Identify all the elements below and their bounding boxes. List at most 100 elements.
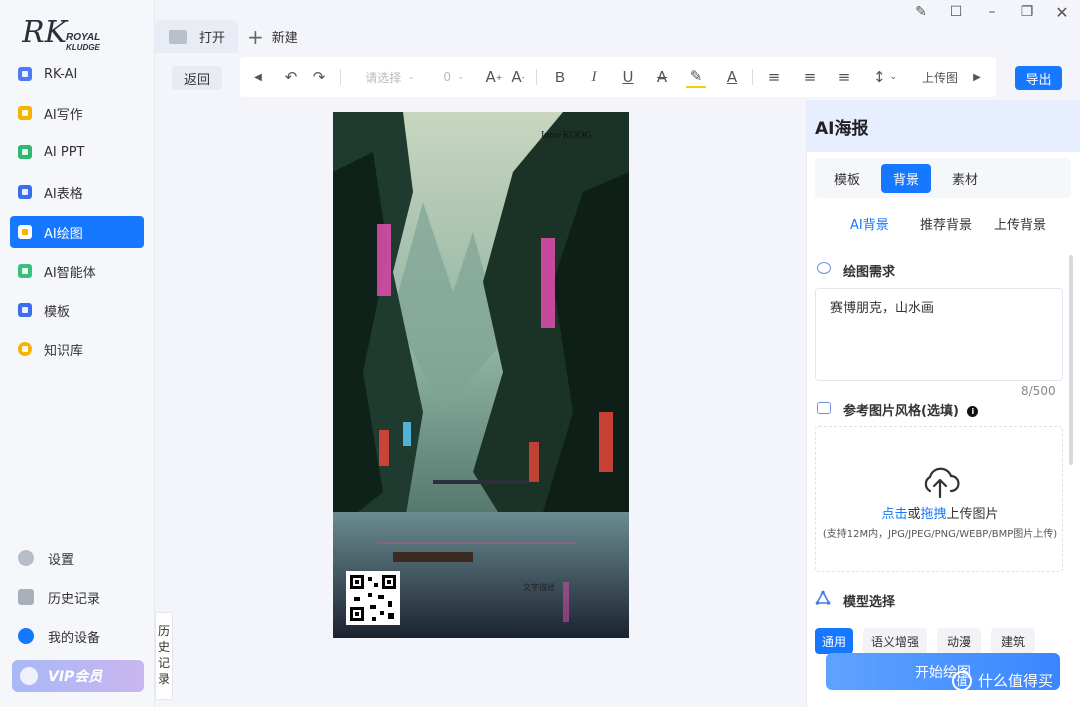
settings-item[interactable]: 设置 [18,546,74,570]
tab-background[interactable]: 背景 [881,164,931,193]
divider [536,69,537,85]
tab-materials[interactable]: 素材 [941,164,989,193]
maximize-icon[interactable]: ❐ [1018,3,1036,21]
upload-image-button[interactable]: 上传图 [918,57,962,97]
prompt-counter: 8/500 [1021,384,1056,398]
italic-icon[interactable]: I [584,57,604,97]
sidebar-item-label: 模板 [44,304,71,320]
image-icon [817,402,831,414]
upload-click-link[interactable]: 点击 [881,507,907,522]
watermark-text: 什么值得买 [978,672,1054,690]
increase-font-icon[interactable]: A + [484,57,504,97]
font-size-value: 0 [443,70,452,84]
upload-dropzone[interactable]: 点击或拖拽上传图片 (支持12M内，JPG/JPEG/PNG/WEBP/BMP图… [815,426,1063,572]
minimize-icon[interactable]: – [983,3,1001,21]
undo-icon[interactable]: ↶ [280,57,302,97]
sidebar-item-label: 知识库 [44,343,84,359]
subtab-ai-background[interactable]: AI背景 [850,214,889,233]
sidebar-item-label: AI写作 [44,107,83,123]
model-general[interactable]: 通用 [815,628,853,654]
strikethrough-icon[interactable]: A [652,57,672,97]
history-side-tab[interactable]: 历史记录 [155,612,173,700]
poster-canvas[interactable]: Inno·KOOG 文字描述 [333,112,629,638]
font-family-select[interactable]: 请选择 ⌄ [360,57,420,97]
sidebar-item-ai-table[interactable]: AI表格 [10,176,144,208]
underline-icon[interactable]: U [618,57,638,97]
svg-text:KLUDGE: KLUDGE [66,43,100,52]
close-icon[interactable]: ✕ [1053,3,1071,22]
font-color-icon[interactable]: A [722,57,742,97]
device-icon [18,628,34,644]
poster-caption: 文字描述 [523,582,555,592]
user-icon [20,667,38,685]
history-item[interactable]: 历史记录 [18,585,100,609]
info-icon[interactable]: i [967,406,979,417]
sidebar-item-ai-agent[interactable]: AI智能体 [10,255,144,287]
my-devices-label: 我的设备 [48,630,101,646]
subtab-upload-background[interactable]: 上传背景 [994,214,1046,233]
model-semantic-enhance[interactable]: 语义增强 [863,628,927,654]
sidebar-item-ai-writing[interactable]: AI写作 [10,97,144,129]
highlight-icon[interactable]: ✎ [686,66,706,88]
panel-title: AI海报 [807,100,1080,152]
tab-templates[interactable]: 模板 [823,164,871,193]
sidebar-item-label: AI绘图 [44,226,83,242]
panel-scrollbar[interactable] [1069,255,1073,465]
poster-logo-text: Inno·KOOG [541,130,592,141]
svg-text:RK: RK [22,15,69,50]
feedback-icon[interactable]: ☐ [947,3,965,21]
my-devices-item[interactable]: 我的设备 [18,624,100,648]
document-tabs: 打开 + 新建 [155,20,1080,53]
lightbulb-icon [18,342,32,356]
decrease-font-icon[interactable]: A- [508,57,528,97]
sidebar-item-templates[interactable]: 模板 [10,294,144,326]
vip-member-button[interactable]: VIP会员 [12,660,144,692]
tab-open[interactable]: 打开 [155,20,238,53]
expand-right-icon[interactable]: ▶ [970,57,984,97]
prompt-textarea[interactable]: 赛博朋克，山水画 [815,288,1063,381]
bold-icon[interactable]: B [550,57,570,97]
upload-instruction: 点击或拖拽上传图片 [816,503,1064,522]
edit-icon[interactable]: ✎ [912,3,930,21]
line-height-select[interactable]: ↕ ⌄ [868,57,902,97]
sidebar-item-knowledge-base[interactable]: 知识库 [10,333,144,365]
upload-hint: (支持12M内，JPG/JPEG/PNG/WEBP/BMP图片上传) [822,529,1058,540]
align-left-icon[interactable]: ≡ [764,57,784,97]
sidebar-item-ai-ppt[interactable]: AI PPT [10,136,144,168]
upload-or-text: 或 [907,507,921,522]
divider [752,69,753,85]
brush-icon [817,262,831,274]
tab-new-label: 新建 [271,31,298,46]
collapse-left-icon[interactable]: ◀ [248,57,268,97]
back-button[interactable]: 返回 [172,66,222,90]
model-architecture[interactable]: 建筑 [991,628,1035,654]
model-anime[interactable]: 动漫 [937,628,981,654]
sidebar-item-label: AI智能体 [44,265,96,281]
sidebar-item-rk-ai[interactable]: RK-AI [10,58,144,90]
reference-style-label: 参考图片风格(选填) [843,404,959,419]
sidebar-item-label: RK-AI [44,66,78,82]
export-button[interactable]: 导出 [1015,66,1062,90]
subtab-recommended-background[interactable]: 推荐背景 [920,214,972,233]
tab-new[interactable]: + 新建 [247,20,298,53]
qr-code [346,571,400,625]
sidebar-item-ai-drawing[interactable]: AI绘图 [10,216,144,248]
svg-text:ROYAL: ROYAL [66,32,100,43]
align-center-icon[interactable]: ≡ [800,57,820,97]
document-icon [18,106,32,120]
table-icon [18,185,32,199]
history-icon [18,589,34,605]
sidebar-item-label: AI PPT [44,144,85,160]
watermark: 值 什么值得买 [952,670,1053,691]
align-right-icon[interactable]: ≡ [834,57,854,97]
watermark-icon: 值 [952,670,972,691]
tab-open-label: 打开 [199,31,226,46]
image-icon [18,225,32,239]
cloud-upload-icon [924,467,960,499]
redo-icon[interactable]: ↷ [308,57,330,97]
model-select-title: 模型选择 [843,595,896,610]
history-label: 历史记录 [48,591,101,607]
robot-icon [18,264,32,278]
chevron-down-icon: ⌄ [407,72,415,82]
font-size-select[interactable]: 0 ⌄ [440,57,468,97]
